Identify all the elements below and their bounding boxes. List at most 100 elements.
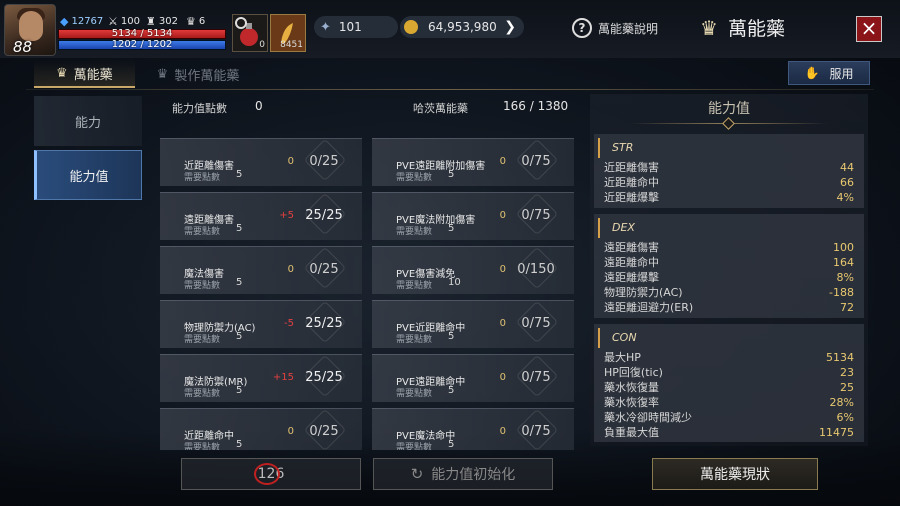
- potion-slot[interactable]: 0: [232, 14, 268, 52]
- chevron-right-icon[interactable]: ❯: [504, 19, 516, 35]
- stat-label: 遠距離傷害: [604, 241, 659, 254]
- card-req-label: 需要點數: [184, 227, 221, 237]
- stat-row: 物理防禦力(AC) -188: [594, 285, 864, 300]
- stat-value: 28%: [829, 396, 854, 409]
- gem-value: 101: [338, 20, 362, 34]
- card-req-value: 10: [448, 277, 461, 288]
- card-req-label: 需要點數: [184, 443, 221, 450]
- card-progress: 0/75: [521, 370, 551, 385]
- card-bonus: -5: [284, 318, 294, 329]
- stat-row: 最大HP 5134: [594, 350, 864, 365]
- elixir-count: 8451: [280, 40, 303, 50]
- stat-row: 藥水恢復率 28%: [594, 395, 864, 410]
- stat-a: ⚔ 100: [108, 15, 140, 28]
- stat-card[interactable]: 魔法傷害 需要點數 5 0 0/25: [160, 246, 362, 294]
- card-req-value: 5: [236, 169, 243, 180]
- stat-card[interactable]: PVE近距離命中 需要點數 5 0 0/75: [372, 300, 574, 348]
- stat-card[interactable]: PVE魔法命中 需要點數 5 0 0/75: [372, 408, 574, 450]
- exp-value: 12767: [71, 16, 104, 27]
- stat-label: 藥水恢復率: [604, 396, 659, 409]
- stat-label: 遠距離命中: [604, 256, 659, 269]
- disabled-elixir-button[interactable]: 126: [181, 458, 361, 490]
- card-req-value: 5: [448, 439, 455, 450]
- card-bonus: +5: [279, 210, 294, 221]
- close-button[interactable]: ×: [856, 16, 882, 42]
- points-value: 0: [255, 99, 263, 113]
- stat-row: 藥水恢復量 25: [594, 380, 864, 395]
- str-group: STR 近距離傷害 44 近距離命中 66 近距離爆擊 4%: [594, 134, 864, 208]
- card-progress: 0/25: [309, 424, 339, 439]
- nav-stats[interactable]: 能力值: [34, 150, 142, 200]
- tab-bar: ♛ 萬能藥 ♛ 製作萬能藥: [34, 60, 261, 88]
- card-req-value: 5: [236, 331, 243, 342]
- dex-group: DEX 遠距離傷害 100 遠距離命中 164 遠距離爆擊 8% 物理防禦力(AC) -…: [594, 214, 864, 318]
- stat-card-grid: 近距離傷害 需要點數 5 0 0/25 遠距離傷害 需要點數 5 +5 25/2…: [160, 138, 576, 450]
- card-bonus: 0: [287, 156, 294, 167]
- prohibited-icon: [253, 463, 280, 485]
- stat-b-value: 302: [158, 16, 178, 27]
- page-title: ♛ 萬能藥: [700, 14, 785, 41]
- points-label: 能力值點數: [172, 102, 227, 115]
- help-button[interactable]: ? 萬能藥說明: [572, 18, 658, 38]
- stat-label: 近距離爆擊: [604, 191, 659, 204]
- stat-row: 遠距離命中 164: [594, 255, 864, 270]
- stat-c-value: 6: [198, 16, 206, 27]
- card-req-label: 需要點數: [184, 389, 221, 399]
- stat-card[interactable]: PVE魔法附加傷害 需要點數 5 0 0/75: [372, 192, 574, 240]
- tab-craft-elixir[interactable]: ♛ 製作萬能藥: [135, 60, 262, 88]
- stat-a-value: 100: [120, 16, 140, 27]
- potion-count: 0: [259, 40, 265, 50]
- stat-label: HP回復(tic): [604, 366, 663, 379]
- nav-stats-label: 能力值: [69, 169, 109, 185]
- stats-panel: 能力值 STR 近距離傷害 44 近距離命中 66 近距離爆擊 4% DEX 遠距離傷…: [590, 94, 868, 446]
- tab-craft-label: 製作萬能藥: [174, 68, 240, 84]
- stat-label: 近距離傷害: [604, 161, 659, 174]
- card-bonus: 0: [499, 426, 506, 437]
- stat-card[interactable]: 物理防禦力(AC) 需要點數 5 -5 25/25: [160, 300, 362, 348]
- card-req-value: 5: [448, 169, 455, 180]
- card-progress: 0/25: [309, 154, 339, 169]
- gold-coin-icon: [404, 20, 418, 34]
- stat-card[interactable]: PVE遠距離附加傷害 需要點數 5 0 0/75: [372, 138, 574, 186]
- exp-icon: ◆: [60, 15, 69, 28]
- stat-card[interactable]: 近距離傷害 需要點數 5 0 0/25: [160, 138, 362, 186]
- shield-icon: ♜: [146, 15, 156, 28]
- stat-row: 近距離命中 66: [594, 175, 864, 190]
- elixir-status-button[interactable]: 萬能藥現狀: [652, 458, 818, 490]
- gold-value: 64,953,980: [428, 20, 497, 34]
- stat-card[interactable]: 近距離命中 需要點數 5 0 0/25: [160, 408, 362, 450]
- stat-value: 164: [833, 256, 854, 269]
- stat-value: 25: [840, 381, 854, 394]
- gem-currency: ✦ 101: [314, 16, 398, 38]
- elixir-slot[interactable]: 8451: [270, 14, 306, 52]
- stat-card[interactable]: PVE遠距離命中 需要點數 5 0 0/75: [372, 354, 574, 402]
- player-avatar[interactable]: 88: [4, 4, 56, 56]
- nav-ability[interactable]: 能力: [34, 96, 142, 146]
- ornament-gem-icon: [722, 117, 735, 130]
- stat-label: 近距離命中: [604, 176, 659, 189]
- stat-c: ♛ 6: [186, 15, 205, 28]
- exp-stat: ◆ 12767: [60, 15, 103, 28]
- stat-value: 8%: [836, 271, 854, 284]
- card-req-label: 需要點數: [184, 281, 221, 291]
- stat-card[interactable]: 魔法防禦(MR) 需要點數 5 +15 25/25: [160, 354, 362, 402]
- card-req-value: 5: [448, 385, 455, 396]
- card-req-label: 需要點數: [396, 443, 433, 450]
- card-progress: 0/150: [517, 262, 555, 277]
- close-icon: ×: [860, 16, 878, 40]
- card-progress: 25/25: [305, 208, 343, 223]
- hp-bar: 5134 / 5134: [58, 28, 226, 39]
- reset-stats-button[interactable]: ↻ 能力值初始化: [373, 458, 553, 490]
- card-req-label: 需要點數: [396, 173, 433, 183]
- tab-elixir[interactable]: ♛ 萬能藥: [34, 60, 135, 88]
- stat-value: 72: [840, 301, 854, 314]
- card-bonus: 0: [287, 264, 294, 275]
- gold-currency: 64,953,980 ❯: [400, 16, 524, 38]
- card-progress: 0/25: [309, 262, 339, 277]
- stat-card[interactable]: PVE傷害減免 需要點數 10 0 0/150: [372, 246, 574, 294]
- craft-tab-icon: ♛: [156, 66, 169, 82]
- stat-card[interactable]: 遠距離傷害 需要點數 5 +5 25/25: [160, 192, 362, 240]
- page-title-text: 萬能藥: [727, 18, 785, 40]
- use-button[interactable]: ✋ 服用: [788, 61, 870, 85]
- player-level: 88: [13, 38, 33, 56]
